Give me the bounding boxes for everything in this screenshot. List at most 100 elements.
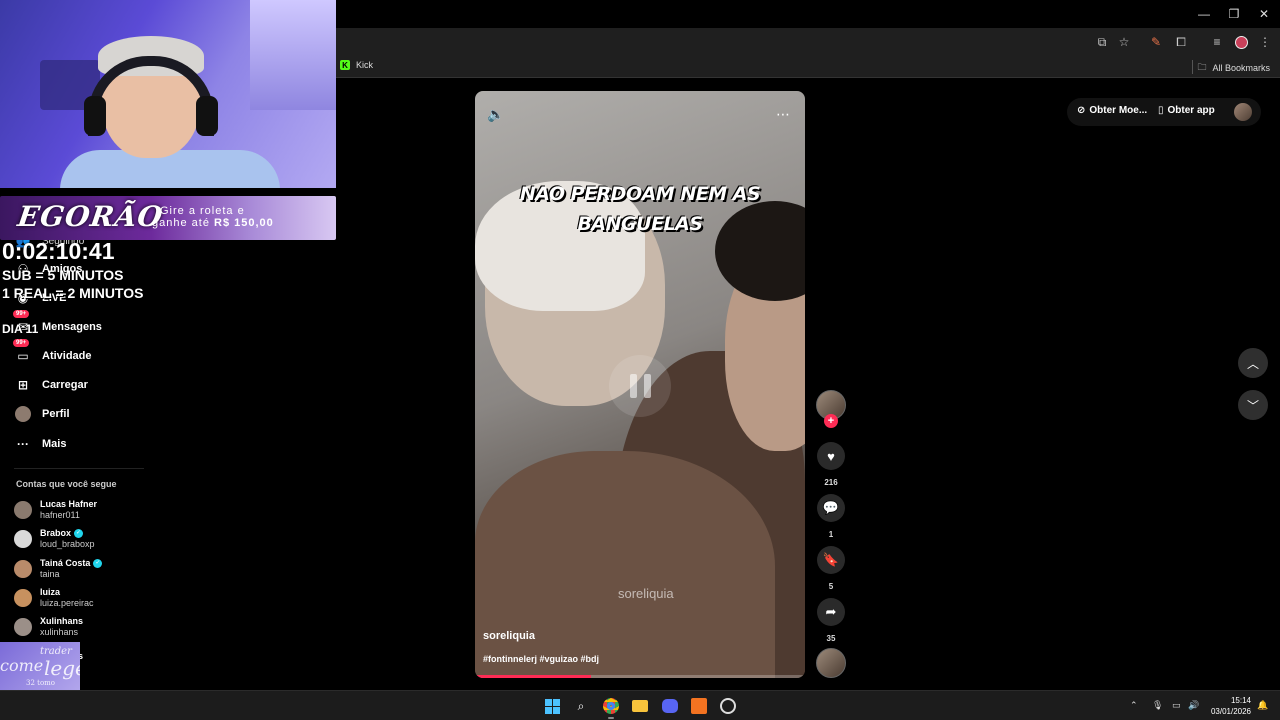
close-button[interactable]: ✕ xyxy=(1249,4,1279,24)
followed-account[interactable]: Lucas Hafner hafner011 xyxy=(14,497,97,523)
followed-account[interactable]: Tainá Costa ✓ taina xyxy=(14,556,103,582)
more-options-icon[interactable]: ⋯ xyxy=(773,104,793,124)
sidebar-item-label: Mais xyxy=(42,438,67,450)
video-author[interactable]: soreliquia xyxy=(483,630,535,642)
obs-icon[interactable] xyxy=(718,696,738,716)
network-icon[interactable]: ▭ xyxy=(1172,700,1181,711)
account-handle: xulinhans xyxy=(40,627,79,637)
sidebar-item-activity[interactable]: ▭ 99+ Atividade xyxy=(13,339,92,367)
address-bar[interactable] xyxy=(338,30,1078,54)
previous-video-button[interactable]: ︿ xyxy=(1238,348,1268,378)
chevron-up-icon[interactable]: ⌃ xyxy=(1130,700,1138,711)
bookmarks-divider xyxy=(1192,60,1193,74)
video-progress-bar[interactable] xyxy=(475,675,805,678)
get-coins-button[interactable]: ⊘ Obter Moe... xyxy=(1077,105,1147,116)
restore-button[interactable]: ❐ xyxy=(1219,4,1249,24)
sidebar-item-upload[interactable]: ⊞ Carregar xyxy=(14,374,88,396)
kick-icon: K xyxy=(340,60,350,70)
avatar xyxy=(14,560,32,578)
header-actions: ⊘ Obter Moe... ▯ Obter app xyxy=(1067,98,1261,126)
more-icon: ··· xyxy=(17,437,29,451)
like-count: 216 xyxy=(824,478,838,487)
start-button[interactable] xyxy=(542,696,562,716)
account-handle: taina xyxy=(40,569,60,579)
microphone-icon[interactable]: 🎙 xyxy=(1152,700,1163,711)
minimize-button[interactable]: — xyxy=(1189,4,1219,24)
chrome-icon[interactable] xyxy=(601,696,621,716)
volume-icon[interactable]: 🔈 xyxy=(486,104,506,124)
pause-icon[interactable] xyxy=(609,355,671,417)
search-icon[interactable]: ⌕ xyxy=(571,696,591,716)
headset-earcup-right xyxy=(196,96,218,136)
chat-fragment: come xyxy=(0,656,44,675)
comment-action[interactable]: 💬 1 xyxy=(817,494,845,539)
share-count: 35 xyxy=(826,634,836,643)
music-disc-avatar[interactable] xyxy=(816,648,846,678)
notification-icon[interactable]: 🔔 xyxy=(1257,700,1268,711)
user-avatar[interactable] xyxy=(1234,103,1252,121)
clock-date: 03/01/2026 xyxy=(1210,707,1251,716)
windows-icon xyxy=(544,698,560,714)
following-accounts-title: Contas que você segue xyxy=(16,479,117,489)
folder-icon: 🗀 xyxy=(1197,62,1207,72)
video-player[interactable]: 🔈 ⋯ NAO PERDOAM NEM AS BANGUELAS soreliq… xyxy=(475,91,805,678)
coin-icon: ⊘ xyxy=(1077,105,1086,116)
heart-icon[interactable]: ♥ xyxy=(817,442,845,470)
like-action[interactable]: ♥ 216 xyxy=(817,442,845,487)
comment-icon[interactable]: 💬 xyxy=(817,494,845,522)
pen-icon[interactable]: ✎ xyxy=(1147,33,1165,51)
menu-icon[interactable]: ⋮ xyxy=(1256,33,1274,51)
comment-count: 1 xyxy=(828,530,834,539)
video-caption-line2: BANGUELAS xyxy=(577,213,703,235)
volume-icon[interactable]: 🔊 xyxy=(1188,700,1199,711)
activity-icon: ▭ 99+ xyxy=(13,339,32,365)
avatar xyxy=(14,501,32,519)
sidebar-item-profile[interactable]: Perfil xyxy=(14,403,70,425)
headset-earcup-left xyxy=(84,96,106,136)
banner-line1: Gire a roleta e xyxy=(160,205,245,217)
file-explorer-icon[interactable] xyxy=(630,696,650,716)
phone-icon: ▯ xyxy=(1158,105,1164,116)
clock[interactable]: 15:14 03/01/2026 xyxy=(1211,695,1251,717)
account-handle: loud_braboxp xyxy=(40,539,95,549)
share-icon[interactable]: ➦ xyxy=(817,598,845,626)
discord-icon[interactable] xyxy=(660,696,680,716)
sidebar-item-more[interactable]: ··· Mais xyxy=(14,433,66,455)
followed-account[interactable]: luiza luiza.pereirac xyxy=(14,585,94,611)
sub-rule-text: SUB = 5 MINUTOS xyxy=(2,267,124,283)
star-icon[interactable]: ☆ xyxy=(1115,33,1133,51)
sidebar-item-label: Carregar xyxy=(42,379,88,391)
account-name: Tainá Costa ✓ xyxy=(40,558,103,568)
streaming-app-icon[interactable] xyxy=(689,696,709,716)
all-bookmarks[interactable]: 🗀 All Bookmarks xyxy=(1197,60,1270,76)
messages-badge: 99+ xyxy=(13,310,30,318)
real-rule-text: 1 REAL = 2 MINUTOS xyxy=(2,285,144,301)
profile-icon[interactable] xyxy=(1232,33,1250,51)
avatar xyxy=(14,530,32,548)
subathon-timer: 0:02:10:41 xyxy=(2,238,115,264)
get-app-button[interactable]: ▯ Obter app xyxy=(1158,105,1215,116)
follow-plus-icon[interactable]: + xyxy=(824,414,838,428)
bookmark-icon[interactable]: 🔖 xyxy=(817,546,845,574)
bookmark-kick[interactable]: K Kick xyxy=(340,60,373,70)
account-name: luiza xyxy=(40,587,61,597)
video-hashtags[interactable]: #fontinnelerj #vguizao #bdj xyxy=(483,654,599,664)
webcam-shirt xyxy=(60,150,280,188)
avatar xyxy=(14,618,32,636)
media-icon[interactable]: ≡ xyxy=(1208,33,1226,51)
extensions-icon[interactable]: ⧠ xyxy=(1172,33,1190,51)
share-action[interactable]: ➦ 35 xyxy=(817,598,845,643)
followed-account[interactable]: Xulinhans xulinhans xyxy=(14,614,83,640)
install-icon[interactable]: ⧉ xyxy=(1093,33,1111,51)
next-video-button[interactable]: ﹀ xyxy=(1238,390,1268,420)
save-count: 5 xyxy=(828,582,834,591)
chat-fragment: 32 tomo xyxy=(26,679,56,687)
account-handle: hafner011 xyxy=(40,510,80,520)
get-coins-label: Obter Moe... xyxy=(1089,105,1148,116)
save-action[interactable]: 🔖 5 xyxy=(817,546,845,591)
followed-account[interactable]: Brabox ✓ loud_braboxp xyxy=(14,526,95,552)
account-name: Lucas Hafner xyxy=(40,499,98,509)
get-app-label: Obter app xyxy=(1167,105,1215,116)
sidebar-divider xyxy=(14,468,144,469)
avatar xyxy=(14,589,32,607)
